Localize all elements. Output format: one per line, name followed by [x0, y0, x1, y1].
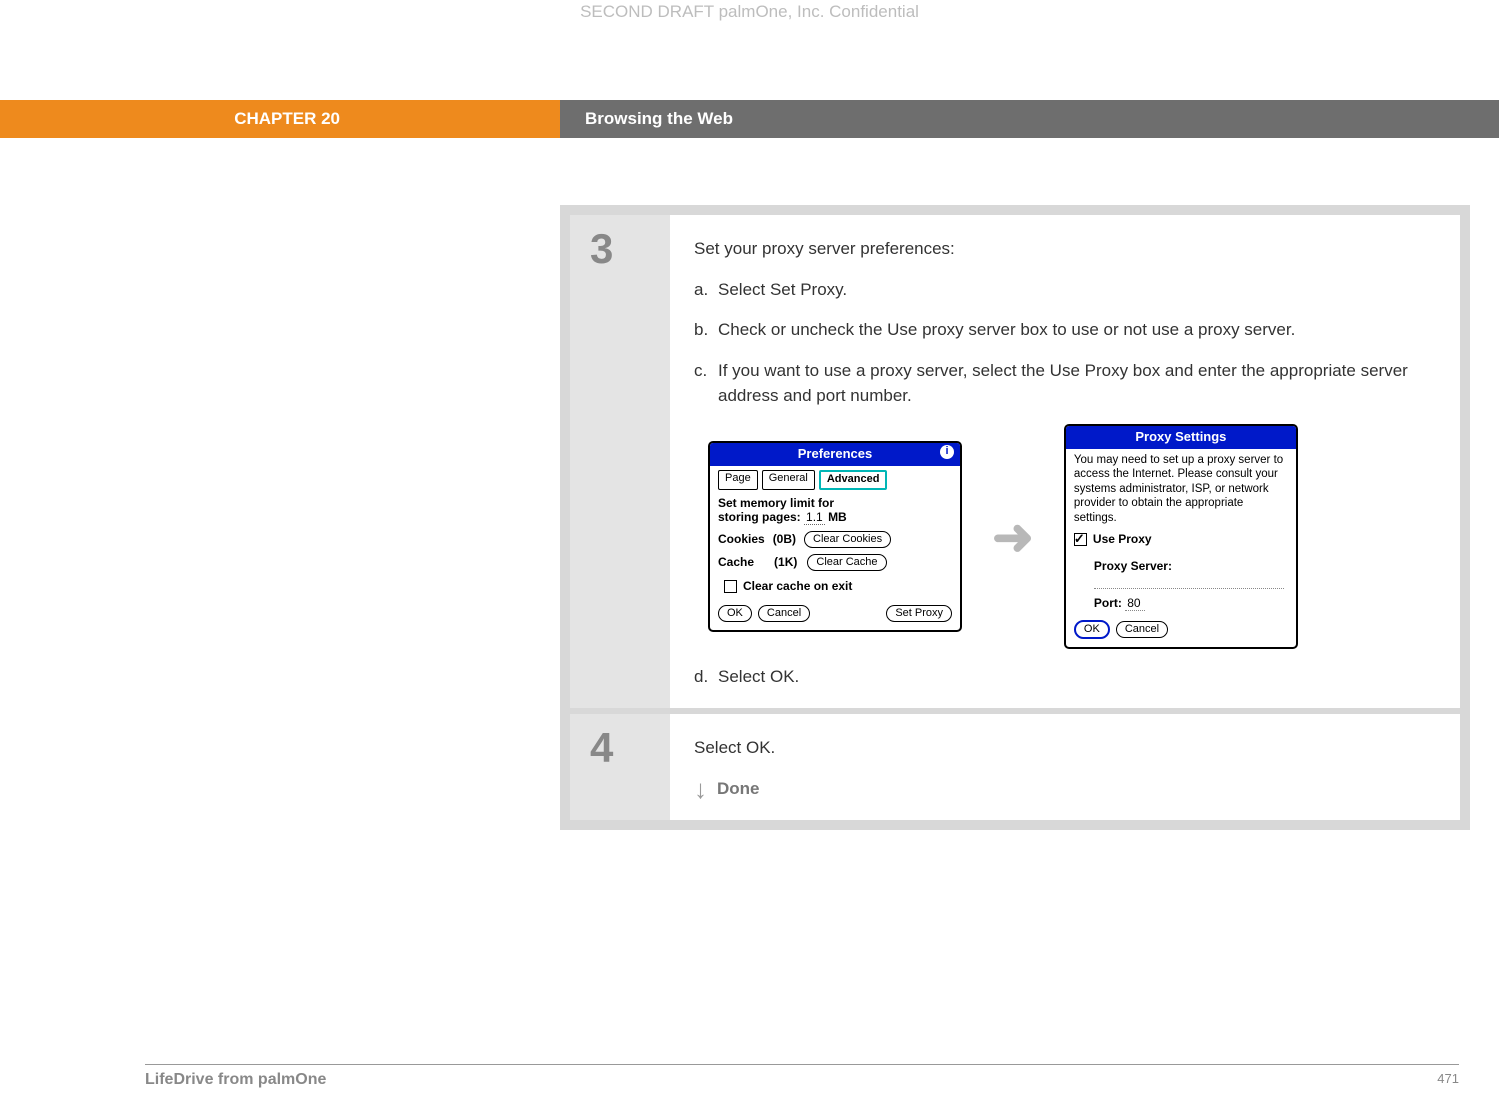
cancel-button[interactable]: Cancel [1116, 621, 1168, 638]
screenshot-row: Preferences i Page General Advanced Set … [708, 424, 1436, 649]
clear-cache-on-exit-label: Clear cache on exit [743, 578, 852, 595]
memory-limit-label: Set memory limit for storing pages: 1.1 … [718, 496, 952, 525]
use-proxy-checkbox[interactable] [1074, 533, 1087, 546]
window-titlebar: Preferences i [710, 443, 960, 466]
cookies-value: (0B) [773, 531, 796, 548]
proxy-server-label: Proxy Server: [1094, 558, 1288, 575]
done-indicator: ↓ Done [694, 776, 1436, 802]
memory-limit-line2: storing pages: [718, 510, 801, 524]
clear-cache-on-exit-row: Clear cache on exit [724, 578, 952, 595]
memory-limit-line1: Set memory limit for [718, 496, 834, 510]
window-title: Preferences [798, 445, 872, 464]
step-number: 4 [570, 714, 670, 821]
cache-row: Cache (1K) Clear Cache [718, 554, 952, 571]
substep-text: Check or uncheck the Use proxy server bo… [718, 320, 1295, 339]
proxy-help-text: You may need to set up a proxy server to… [1074, 453, 1288, 525]
chapter-label: CHAPTER 20 [0, 100, 560, 138]
step-number: 3 [570, 215, 670, 708]
port-value-input[interactable]: 80 [1125, 596, 1144, 611]
step-intro: Select OK. [694, 736, 1436, 761]
window-titlebar: Proxy Settings [1066, 426, 1296, 449]
ok-button[interactable]: OK [718, 605, 752, 622]
step-intro: Set your proxy server preferences: [694, 237, 1436, 262]
substep: a.Select Set Proxy. [694, 278, 1436, 303]
set-proxy-button[interactable]: Set Proxy [886, 605, 952, 622]
step-content: Select OK. ↓ Done [670, 714, 1460, 821]
preferences-window: Preferences i Page General Advanced Set … [708, 441, 962, 632]
page-footer: LifeDrive from palmOne 471 [145, 1064, 1459, 1089]
cookies-label: Cookies [718, 531, 765, 548]
tab-advanced[interactable]: Advanced [819, 470, 888, 490]
substep: b.Check or uncheck the Use proxy server … [694, 318, 1436, 343]
clear-cookies-button[interactable]: Clear Cookies [804, 531, 891, 548]
arrow-right-icon: ➜ [992, 512, 1034, 562]
cache-label: Cache [718, 554, 754, 571]
clear-cache-button[interactable]: Clear Cache [807, 554, 886, 571]
steps-container: 3 Set your proxy server preferences: a.S… [560, 205, 1470, 830]
tabs: Page General Advanced [718, 470, 952, 490]
step-row: 3 Set your proxy server preferences: a.S… [570, 215, 1460, 708]
clear-cache-on-exit-checkbox[interactable] [724, 580, 737, 593]
proxy-server-input[interactable] [1094, 578, 1284, 589]
use-proxy-row: Use Proxy [1074, 531, 1288, 548]
chapter-header: CHAPTER 20 Browsing the Web [0, 100, 1499, 138]
memory-limit-unit: MB [828, 510, 847, 524]
tab-general[interactable]: General [762, 470, 815, 490]
substep-letter: c. [694, 359, 718, 384]
window-title: Proxy Settings [1135, 428, 1226, 447]
memory-limit-value[interactable]: 1.1 [804, 510, 825, 525]
cancel-button[interactable]: Cancel [758, 605, 810, 622]
substep-letter: a. [694, 278, 718, 303]
substep: d.Select OK. [694, 665, 1436, 690]
port-row: Port: 80 [1094, 595, 1288, 612]
proxy-settings-window: Proxy Settings You may need to set up a … [1064, 424, 1298, 649]
step-row: 4 Select OK. ↓ Done [570, 714, 1460, 821]
use-proxy-label: Use Proxy [1093, 531, 1152, 548]
ok-button[interactable]: OK [1074, 620, 1110, 639]
tab-page[interactable]: Page [718, 470, 758, 490]
footer-product: LifeDrive from palmOne [145, 1071, 326, 1089]
chapter-title: Browsing the Web [560, 100, 1499, 138]
substep-letter: d. [694, 665, 718, 690]
cache-value: (1K) [774, 554, 797, 571]
substep-text: Select OK. [718, 667, 799, 686]
page-number: 471 [1437, 1071, 1459, 1089]
done-label: Done [717, 777, 760, 802]
substep-letter: b. [694, 318, 718, 343]
cookies-row: Cookies (0B) Clear Cookies [718, 531, 952, 548]
step-content: Set your proxy server preferences: a.Sel… [670, 215, 1460, 708]
substep-text: If you want to use a proxy server, selec… [718, 361, 1408, 405]
info-icon[interactable]: i [940, 445, 954, 459]
substep-text: Select Set Proxy. [718, 280, 847, 299]
port-label: Port: [1094, 596, 1122, 610]
done-arrow-icon: ↓ [694, 776, 707, 802]
confidential-watermark: SECOND DRAFT palmOne, Inc. Confidential [0, 0, 1499, 22]
substep: c.If you want to use a proxy server, sel… [694, 359, 1436, 408]
